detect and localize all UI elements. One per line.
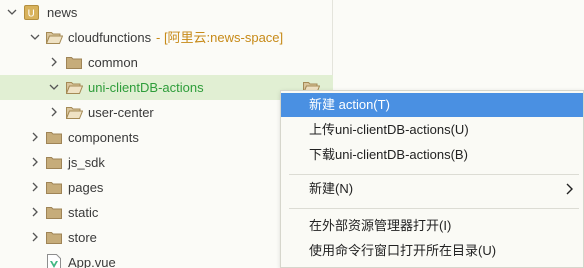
chevron-down-icon[interactable] <box>29 31 41 43</box>
menu-item-download[interactable]: 下载uni-clientDB-actions(B) <box>281 143 583 167</box>
tree-item-label: user-center <box>88 105 154 120</box>
tree-item-news[interactable]: U news <box>0 0 333 25</box>
menu-item-new-action[interactable]: 新建 action(T) <box>281 93 583 117</box>
tree-item-common[interactable]: common <box>0 50 333 75</box>
tree-item-label: App.vue <box>68 255 116 268</box>
context-menu: 新建 action(T) 上传uni-clientDB-actions(U) 下… <box>280 90 584 268</box>
cloud-space-hint: - [阿里云:news-space] <box>156 30 284 45</box>
svg-text:U: U <box>28 9 35 20</box>
tree-item-label: cloudfunctions <box>68 30 152 45</box>
folder-icon <box>46 231 62 245</box>
menu-separator <box>289 174 579 175</box>
tree-item-label: static <box>68 205 99 220</box>
chevron-right-icon[interactable] <box>29 231 41 243</box>
tree-item-label: common <box>88 55 138 70</box>
chevron-right-icon[interactable] <box>29 206 41 218</box>
menu-item-label: 新建(N) <box>309 181 354 196</box>
chevron-down-icon[interactable] <box>48 81 60 93</box>
folder-icon <box>46 156 62 170</box>
tree-item-label: store <box>68 230 97 245</box>
open-folder-icon <box>66 81 83 95</box>
tree-item-label: components <box>68 130 139 145</box>
menu-separator <box>289 208 579 209</box>
tree-item-label: news <box>47 5 78 20</box>
chevron-right-icon[interactable] <box>48 56 60 68</box>
open-folder-icon <box>46 31 63 45</box>
tree-item-label: pages <box>68 180 104 195</box>
tree-item-cloudfunctions[interactable]: cloudfunctions - [阿里云:news-space] <box>0 25 333 50</box>
tree-item-label: uni-clientDB-actions <box>88 80 204 95</box>
menu-item-upload[interactable]: 上传uni-clientDB-actions(U) <box>281 118 583 142</box>
folder-icon <box>66 56 82 70</box>
folder-icon <box>46 206 62 220</box>
menu-item-new-submenu[interactable]: 新建(N) <box>281 177 583 201</box>
project-icon: U <box>24 5 40 20</box>
chevron-right-icon[interactable] <box>29 131 41 143</box>
chevron-down-icon[interactable] <box>6 6 18 18</box>
folder-icon <box>46 181 62 195</box>
menu-item-open-in-terminal[interactable]: 使用命令行窗口打开所在目录(U) <box>281 239 583 263</box>
folder-icon <box>46 131 62 145</box>
menu-item-open-in-explorer[interactable]: 在外部资源管理器打开(I) <box>281 214 583 238</box>
chevron-right-icon[interactable] <box>48 106 60 118</box>
chevron-right-icon[interactable] <box>29 181 41 193</box>
chevron-right-icon <box>566 183 573 195</box>
vue-file-icon <box>47 254 63 268</box>
open-folder-icon <box>66 106 83 120</box>
tree-item-label: js_sdk <box>68 155 105 170</box>
chevron-right-icon[interactable] <box>29 156 41 168</box>
